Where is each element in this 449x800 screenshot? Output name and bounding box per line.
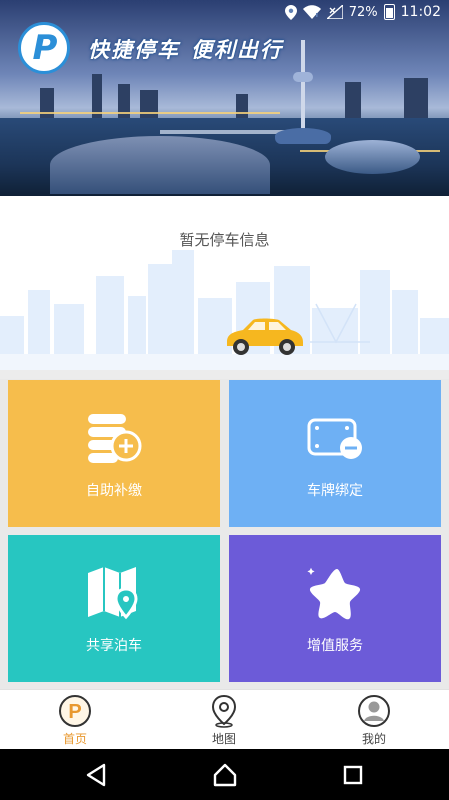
nav-label: 首页 <box>62 732 87 746</box>
home-icon[interactable] <box>210 761 240 789</box>
nav-label: 地图 <box>211 732 236 746</box>
license-plate-icon <box>307 418 362 459</box>
header-banner: P 快捷停车 便利出行 <box>0 0 449 196</box>
no-signal-icon <box>326 5 343 19</box>
battery-icon <box>383 4 395 20</box>
tv-tower-pod <box>293 72 313 82</box>
banner-dome <box>325 140 420 174</box>
banner-stadium <box>50 136 270 194</box>
tile-label: 增值服务 <box>307 637 363 654</box>
app-logo: P <box>18 22 70 74</box>
map-pin-icon <box>88 566 138 619</box>
star-icon <box>307 567 361 619</box>
parking-p-icon: P <box>59 695 91 727</box>
coins-add-icon <box>88 413 142 463</box>
map-marker-icon <box>211 694 237 728</box>
nav-profile[interactable]: 我的 <box>334 694 414 748</box>
nav-home[interactable]: P 首页 <box>35 694 115 748</box>
tile-self-payment[interactable]: 自助补缴 <box>8 380 220 527</box>
status-bar: 72% 11:02 <box>0 0 449 26</box>
system-navigation-bar <box>0 749 449 800</box>
svg-text:P: P <box>68 701 81 723</box>
bottom-navigation: P 首页 地图 我的 <box>0 689 449 749</box>
wifi-icon <box>302 5 321 19</box>
tile-shared-parking[interactable]: 共享泊车 <box>8 535 220 682</box>
user-avatar-icon <box>358 695 390 727</box>
skyline-building <box>345 82 361 118</box>
city-lights <box>20 112 280 114</box>
tile-label: 车牌绑定 <box>307 482 363 499</box>
slogan-right: 便利出行 <box>191 38 283 62</box>
slogan-left: 快捷停车 <box>88 38 180 62</box>
car-illustration <box>227 318 303 355</box>
logo-letter: P <box>32 28 58 68</box>
parking-info-panel: 暂无停车信息 <box>0 196 449 370</box>
section-divider <box>0 370 449 379</box>
tile-value-added-services[interactable]: 增值服务 <box>229 535 441 682</box>
tv-tower-base <box>275 128 331 144</box>
battery-percent: 72% <box>348 4 378 20</box>
back-icon[interactable] <box>82 761 112 789</box>
tile-plate-binding[interactable]: 车牌绑定 <box>229 380 441 527</box>
skyline-building <box>236 94 248 118</box>
feature-grid: 自助补缴 车牌绑定 共享泊车 增值服务 <box>0 379 449 689</box>
tile-label: 自助补缴 <box>86 482 142 499</box>
nav-label: 我的 <box>361 732 386 746</box>
recent-apps-icon[interactable] <box>338 761 368 789</box>
clock: 11:02 <box>400 4 441 20</box>
nav-map[interactable]: 地图 <box>184 694 264 748</box>
tile-label: 共享泊车 <box>86 637 142 654</box>
location-icon <box>284 4 297 20</box>
skyline-building <box>404 78 428 118</box>
